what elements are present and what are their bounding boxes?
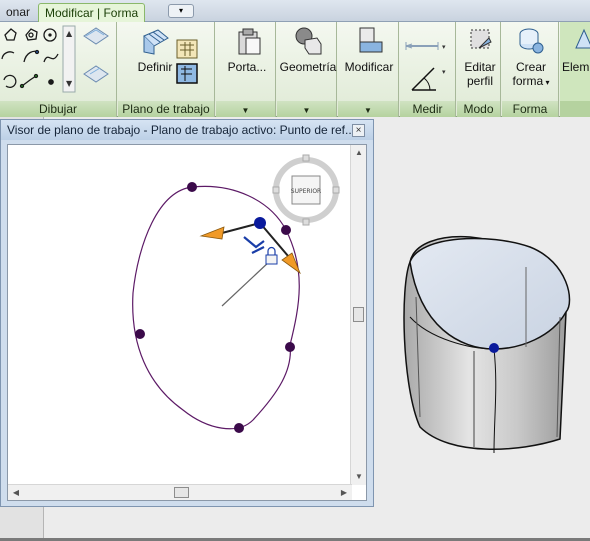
panel-title-form: Forma — [502, 101, 558, 117]
tab-seleccionar[interactable]: onar — [0, 3, 36, 22]
chevron-down-icon[interactable]: ▼ — [303, 106, 311, 115]
workplane-viewer-dialog: Visor de plano de trabajo - Plano de tra… — [0, 119, 374, 507]
panel-title-geometry: ▼ — [277, 101, 336, 117]
panel-title-clipboard: ▼ — [216, 101, 275, 117]
profile-sketch: SUPERIOR — [132, 154, 340, 433]
workplane-viewer-icon[interactable] — [176, 63, 198, 84]
chevron-down-icon[interactable]: ▼ — [364, 106, 372, 115]
arc-icon[interactable] — [1, 51, 15, 60]
clipboard-icon — [238, 28, 261, 55]
chevron-left-icon[interactable]: ◀ — [8, 485, 24, 501]
panel-title-modify: ▼ — [338, 101, 398, 117]
control-point[interactable] — [285, 342, 295, 352]
workplane-viewer-canvas[interactable]: SUPERIOR ▲ ▼ ◀ ▶ — [7, 144, 367, 501]
vertical-scroll-thumb[interactable] — [353, 307, 364, 322]
define-workplane-button[interactable]: Definir — [134, 26, 176, 74]
spline-icon[interactable] — [43, 53, 59, 63]
vertical-scrollbar[interactable]: ▲ ▼ — [350, 145, 366, 485]
chevron-down-icon: ▾ — [178, 6, 183, 15]
clipboard-button[interactable]: Porta... — [222, 26, 272, 74]
polygon-icon[interactable] — [4, 28, 17, 41]
tab-modificar-forma[interactable]: Modificar | Forma — [38, 3, 146, 22]
selected-reference-point[interactable] — [489, 343, 499, 353]
lock-icon[interactable] — [265, 246, 278, 265]
chevron-up-icon[interactable]: ▲ — [351, 145, 367, 161]
aligned-dimension-icon[interactable]: ▾ — [405, 42, 446, 51]
panel-title-element — [560, 101, 590, 117]
geometry-button[interactable]: Geometría — [279, 26, 337, 74]
modify-button[interactable]: Modificar — [340, 26, 398, 74]
create-form-icon — [519, 28, 544, 54]
point-icon[interactable] — [48, 79, 54, 85]
create-form-button[interactable]: Crear forma ▾ — [506, 26, 556, 90]
geometry-icon — [295, 27, 322, 55]
panel-form: Crear forma ▾ Forma — [502, 22, 559, 117]
horizontal-scroll-thumb[interactable] — [174, 487, 189, 498]
closed-spline-profile[interactable] — [132, 185, 300, 430]
panel-element: Elem — [560, 22, 590, 117]
viewcube[interactable]: SUPERIOR — [272, 154, 340, 226]
panel-title-draw: Dibujar — [0, 101, 116, 117]
svg-text:▼: ▼ — [66, 79, 73, 88]
inscribed-polygon-icon[interactable] — [25, 28, 38, 41]
construction-line — [221, 260, 271, 307]
panel-title-workplane: Plano de trabajo — [118, 101, 214, 117]
circle-icon[interactable] — [43, 28, 57, 42]
horizontal-scrollbar[interactable]: ◀ ▶ — [8, 484, 352, 500]
panel-workplane: Definir Plano de trabajo — [118, 22, 215, 117]
workplane-grid-icon — [143, 29, 169, 55]
control-point[interactable] — [281, 225, 291, 235]
ribbon: ▲ ▼ Dibujar Definir Plano de trabajo Por… — [0, 22, 590, 117]
selected-control-point[interactable] — [254, 217, 266, 229]
spline-points-icon[interactable] — [19, 73, 39, 89]
element-icon — [575, 28, 590, 49]
draw-gallery-icon[interactable] — [83, 27, 109, 83]
viewcube-face-label: SUPERIOR — [291, 188, 321, 195]
close-icon[interactable]: × — [352, 124, 365, 137]
ellipse-arc-icon[interactable] — [3, 74, 17, 89]
svg-text:▲: ▲ — [66, 29, 73, 38]
extruded-form[interactable] — [403, 235, 571, 454]
measure-tools: ▾ ▾ — [405, 42, 446, 91]
panel-title-mode: Modo — [457, 101, 500, 117]
show-workplane-icon[interactable] — [176, 39, 198, 59]
panel-modify: Modificar ▼ — [338, 22, 399, 117]
panel-draw: ▲ ▼ Dibujar — [0, 22, 117, 117]
ribbon-tab-strip: onar Modificar | Forma ▾ — [0, 0, 590, 22]
panel-measure: ▾ ▾ Medir — [400, 22, 456, 117]
align-modify-icon — [359, 27, 383, 53]
chevron-right-icon[interactable]: ▶ — [336, 485, 352, 501]
edit-profile-icon — [470, 29, 492, 49]
element-button[interactable]: Elem — [562, 26, 590, 74]
arrow-left-icon[interactable] — [199, 226, 225, 240]
dialog-title: Visor de plano de trabajo - Plano de tra… — [1, 120, 373, 140]
chevron-down-icon[interactable]: ▼ — [351, 469, 367, 485]
more-tools-scroll[interactable]: ▲ ▼ — [62, 25, 76, 93]
control-point[interactable] — [234, 423, 244, 433]
quick-access-dropdown[interactable]: ▾ — [168, 4, 194, 18]
panel-mode: Editar perfil Modo — [457, 22, 501, 117]
angular-dimension-icon[interactable]: ▾ — [411, 67, 446, 91]
workplane-tools — [176, 39, 198, 84]
control-point[interactable] — [135, 329, 145, 339]
tangent-glyph — [243, 236, 265, 254]
chevron-down-icon[interactable]: ▼ — [242, 106, 250, 115]
svg-text:▾: ▾ — [442, 43, 446, 51]
control-point[interactable] — [187, 182, 197, 192]
svg-text:▾: ▾ — [442, 68, 446, 76]
panel-title-measure: Medir — [400, 101, 455, 117]
panel-clipboard: Porta... ▼ — [216, 22, 276, 117]
draw-tools: ▲ ▼ — [1, 25, 109, 93]
panel-geometry: Geometría ▼ — [277, 22, 337, 117]
edit-profile-button[interactable]: Editar perfil — [459, 26, 501, 88]
spline-arc-icon[interactable] — [23, 49, 40, 63]
